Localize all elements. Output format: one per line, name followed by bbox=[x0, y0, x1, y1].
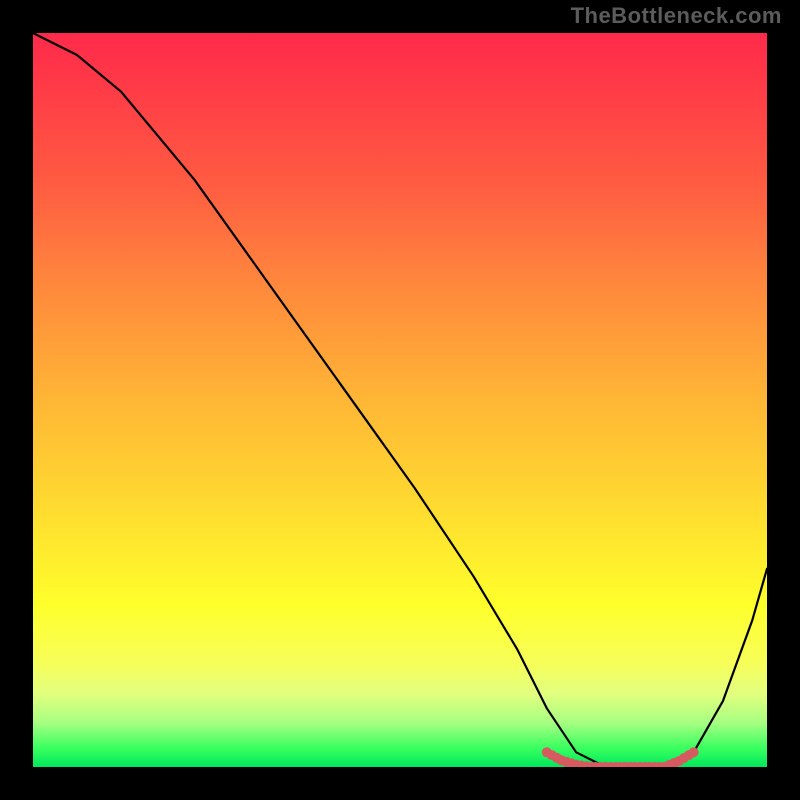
watermark-text: TheBottleneck.com bbox=[571, 3, 782, 29]
curve-layer bbox=[33, 33, 767, 767]
bottleneck-curve-path bbox=[33, 33, 767, 767]
marker-dot bbox=[689, 747, 699, 757]
optimal-range-marker bbox=[542, 747, 699, 767]
chart-frame: TheBottleneck.com bbox=[0, 0, 800, 800]
plot-area bbox=[33, 33, 767, 767]
